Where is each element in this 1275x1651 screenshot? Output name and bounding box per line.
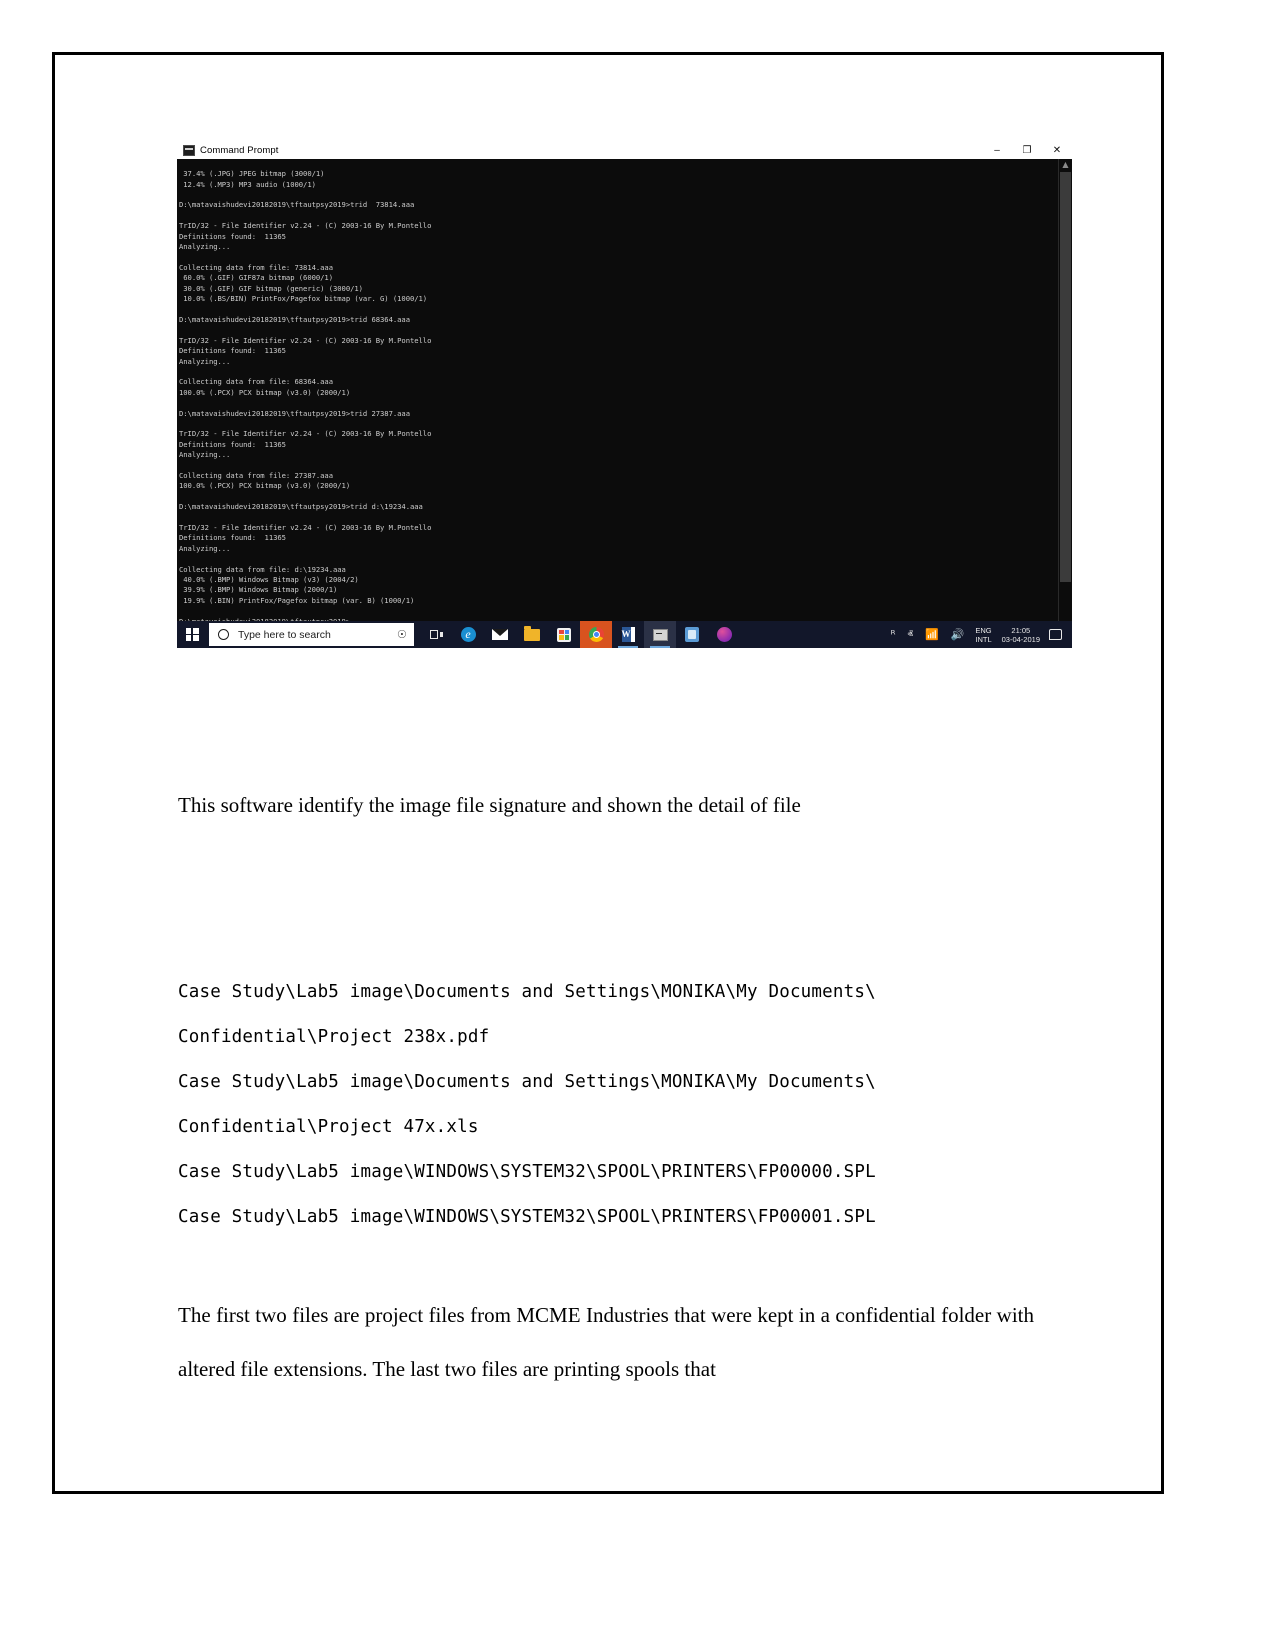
word-icon[interactable]	[612, 621, 644, 648]
command-prompt-taskbar-icon[interactable]	[644, 621, 676, 648]
search-placeholder-label: Type here to search	[238, 628, 331, 641]
volume-icon[interactable]: 🔊	[945, 621, 971, 648]
scrollbar-thumb[interactable]	[1060, 172, 1071, 582]
closing-paragraph: The first two files are project files fr…	[178, 1303, 1034, 1381]
screenshot-caption: This software identify the image file si…	[178, 793, 801, 817]
command-prompt-titlebar[interactable]: Command Prompt – ❐ ✕	[177, 142, 1072, 159]
clock[interactable]: 21:05 03-04-2019	[997, 626, 1045, 644]
minimize-button[interactable]: –	[982, 142, 1012, 159]
command-prompt-icon	[183, 145, 195, 156]
clock-date: 03-04-2019	[1001, 634, 1040, 644]
edge-icon[interactable]: e	[452, 621, 484, 648]
file-path-line: Case Study\Lab5 image\Documents and Sett…	[178, 982, 876, 1002]
taskbar-search-box[interactable]: Type here to search ☉	[209, 623, 414, 646]
file-path-line: Case Study\Lab5 image\WINDOWS\SYSTEM32\S…	[178, 1207, 876, 1227]
language-indicator[interactable]: ENG INTL	[970, 626, 996, 644]
network-icon[interactable]: 📶	[919, 621, 945, 648]
language-line-2: INTL	[975, 634, 992, 644]
window-title: Command Prompt	[200, 144, 279, 156]
file-path-line: Confidential\Project 238x.pdf	[178, 1027, 490, 1047]
language-line-1: ENG	[975, 625, 992, 635]
pen-workspace-icon[interactable]: ᴿ	[885, 621, 902, 648]
start-button[interactable]	[177, 621, 207, 648]
taskbar-pinned-icons: e	[420, 621, 740, 648]
file-path-line: Case Study\Lab5 image\Documents and Sett…	[178, 1072, 876, 1092]
chrome-icon[interactable]	[580, 621, 612, 648]
close-button[interactable]: ✕	[1042, 142, 1072, 159]
file-explorer-icon[interactable]	[516, 621, 548, 648]
cortana-circle-icon	[218, 629, 229, 640]
system-tray: ᴿ ⱏ 📶 🔊 ENG INTL 21:05 03-04-2019	[885, 621, 1072, 648]
media-icon[interactable]	[708, 621, 740, 648]
console-output-area[interactable]: 37.4% (.JPG) JPEG bitmap (3000/1) 12.4% …	[177, 159, 1072, 631]
console-text: 37.4% (.JPG) JPEG bitmap (3000/1) 12.4% …	[179, 169, 432, 625]
console-scrollbar[interactable]: ▲ ▼	[1058, 159, 1072, 631]
action-center-icon[interactable]	[1049, 629, 1062, 640]
windows-taskbar: Type here to search ☉ e ᴿ ⱏ 📶 🔊 ENG INTL	[177, 621, 1072, 648]
command-prompt-window: Command Prompt – ❐ ✕ 37.4% (.JPG) JPEG b…	[177, 142, 1072, 648]
acrobat-icon[interactable]	[676, 621, 708, 648]
microphone-icon[interactable]: ☉	[397, 629, 407, 640]
microsoft-store-icon[interactable]	[548, 621, 580, 648]
scroll-up-icon[interactable]: ▲	[1059, 159, 1072, 171]
maximize-button[interactable]: ❐	[1012, 142, 1042, 159]
file-path-line: Case Study\Lab5 image\WINDOWS\SYSTEM32\S…	[178, 1162, 876, 1182]
mail-icon[interactable]	[484, 621, 516, 648]
clock-time: 21:05	[1011, 625, 1031, 635]
file-path-list: Case Study\Lab5 image\Documents and Sett…	[178, 970, 1078, 1240]
windows-logo-icon	[185, 628, 199, 641]
chevron-up-icon[interactable]: ⱏ	[901, 621, 918, 648]
file-path-line: Confidential\Project 47x.xls	[178, 1117, 479, 1137]
window-controls: – ❐ ✕	[982, 142, 1072, 159]
task-view-icon[interactable]	[420, 621, 452, 648]
